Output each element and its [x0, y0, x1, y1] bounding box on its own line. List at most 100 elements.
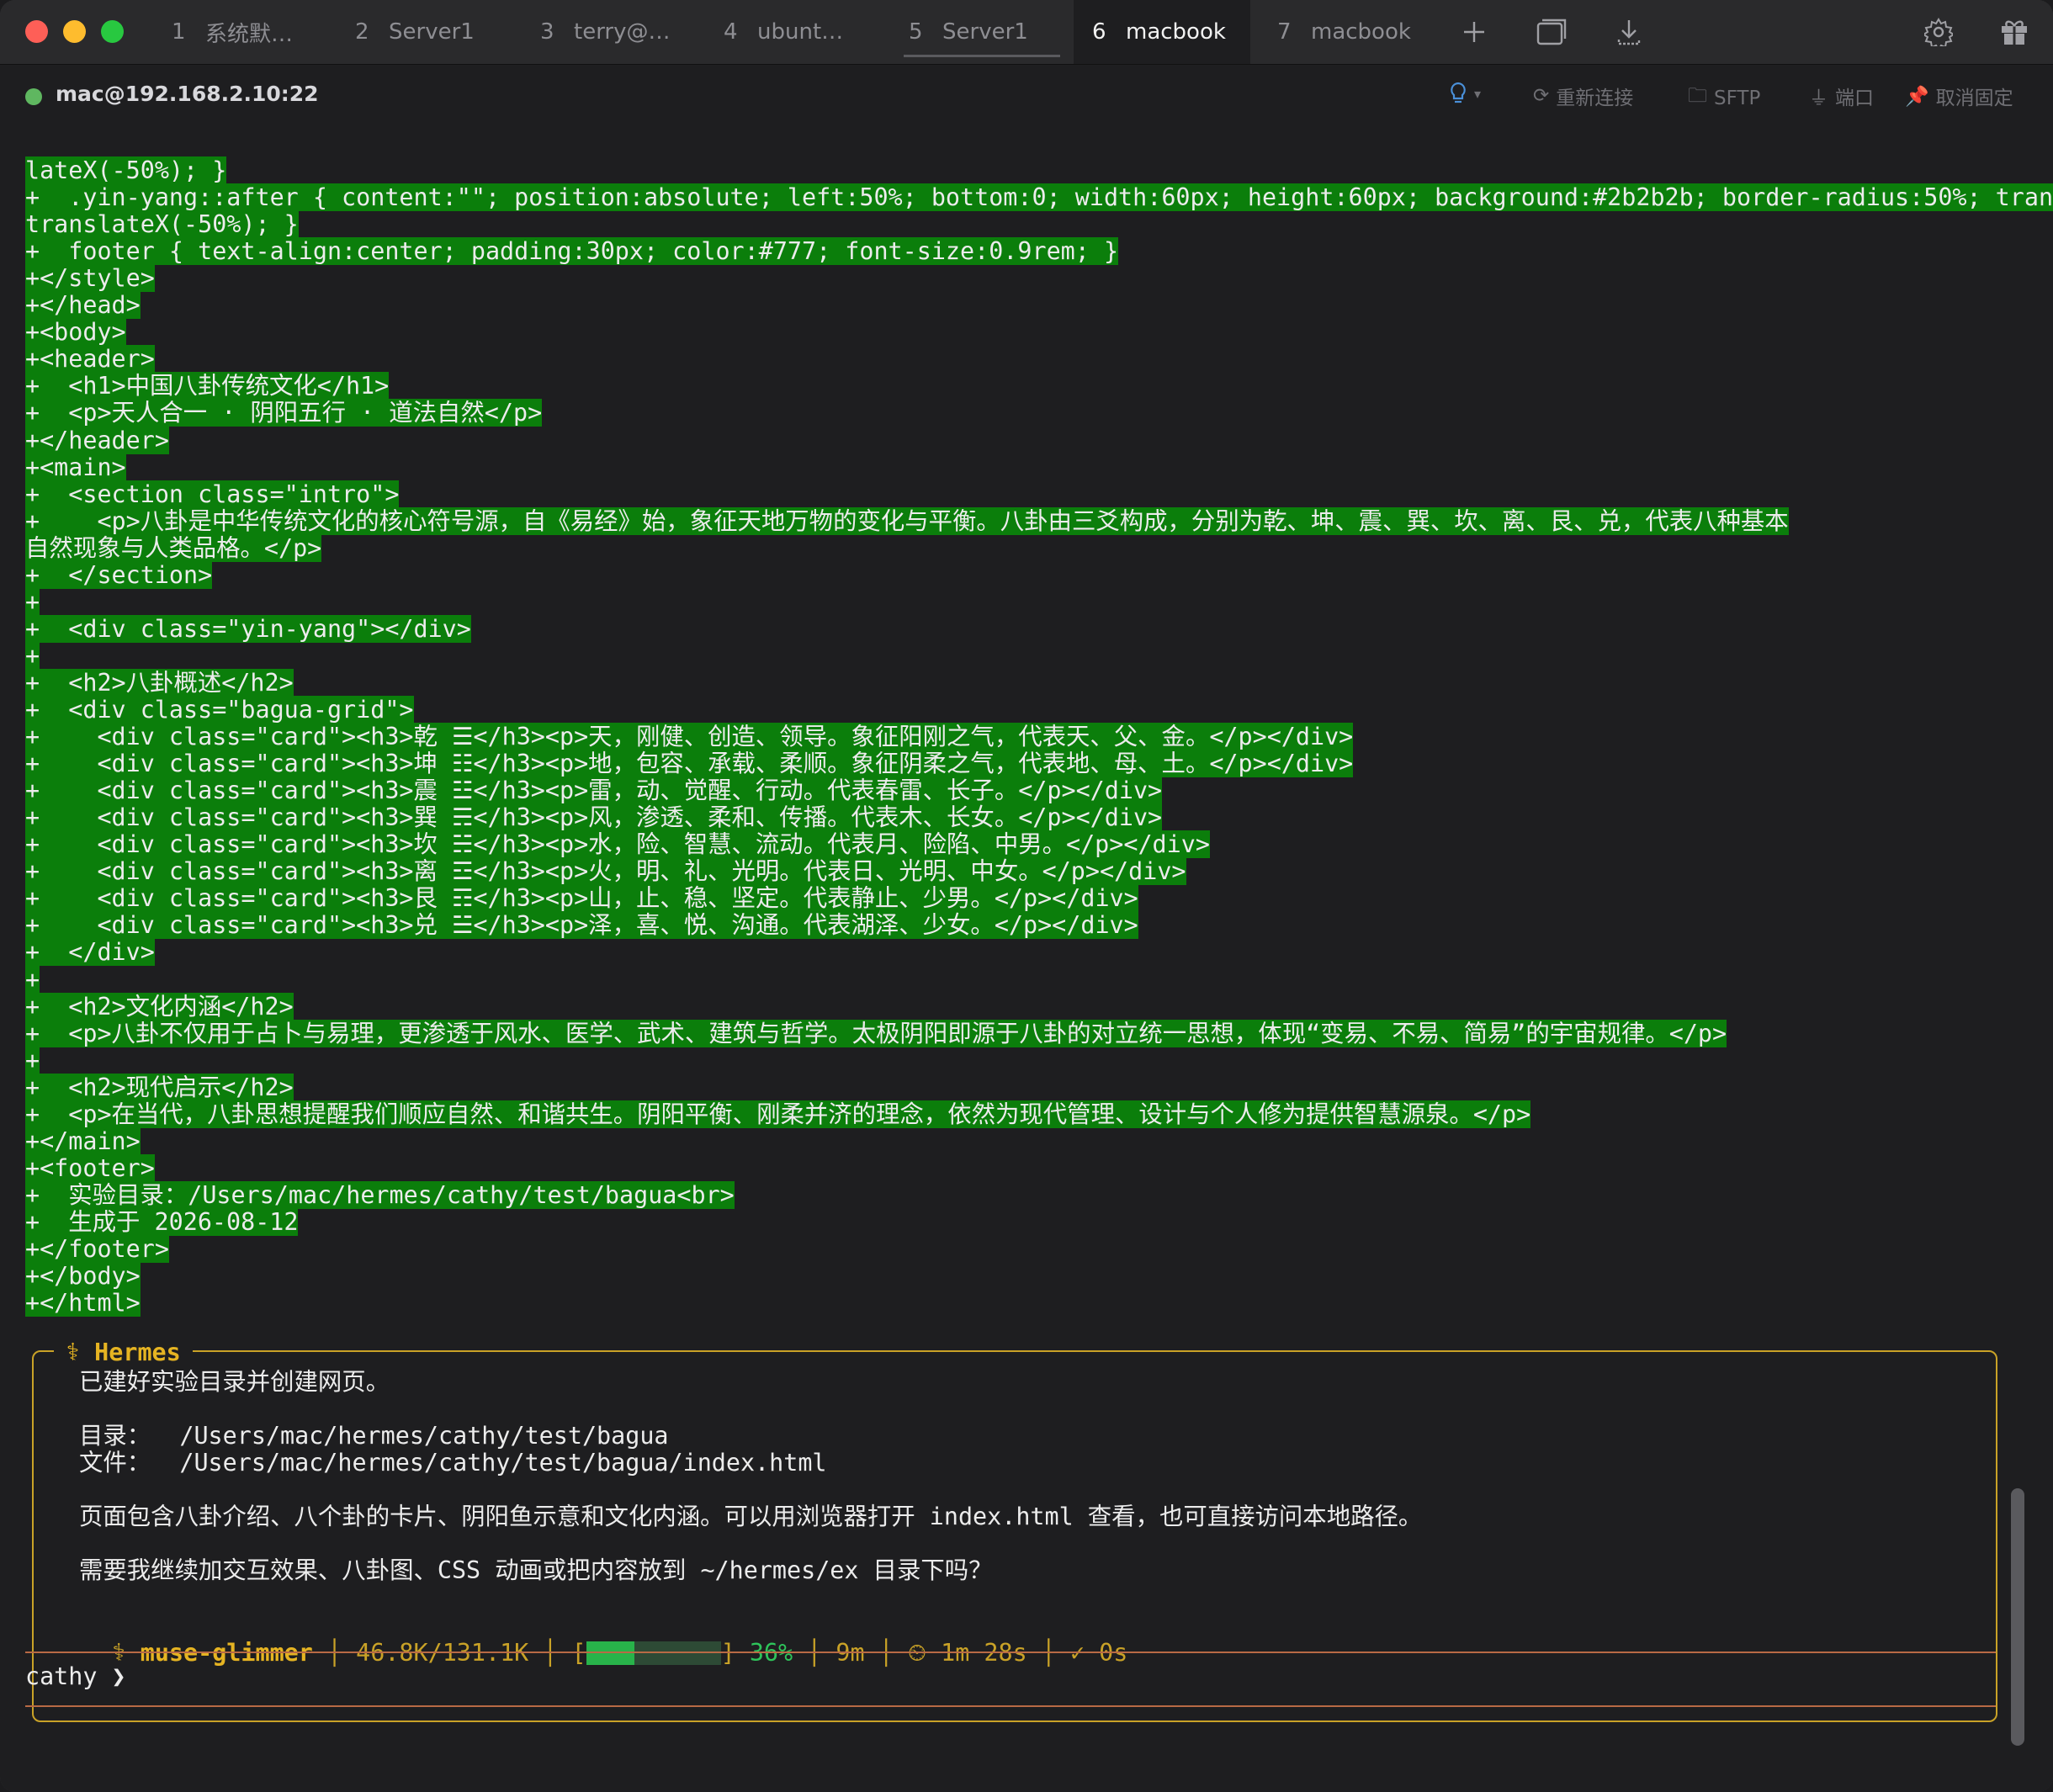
zoom-window-button[interactable]: [101, 20, 124, 43]
diff-line: + <h2>现代启示</h2>: [25, 1073, 294, 1101]
diff-line: + <div class="card"><h3>离 ☲</h3><p>火，明、礼…: [25, 857, 1186, 886]
port-button[interactable]: ⏚ 端口: [1809, 82, 1874, 110]
tab-3[interactable]: 3 terry@…: [522, 0, 705, 64]
diff-line-text: +</main>: [25, 1127, 141, 1155]
prompt-bottom-divider: [25, 1705, 1996, 1707]
gift-icon[interactable]: [1994, 12, 2034, 52]
tab-number: 2: [355, 19, 369, 45]
plug-icon: ⏚: [1809, 87, 1828, 109]
tab-1[interactable]: 1 系统默…: [153, 0, 337, 64]
diff-line-text: +</html>: [25, 1289, 141, 1317]
diff-line: +</html>: [25, 1289, 141, 1317]
tab-5[interactable]: 5 Server1: [890, 0, 1074, 64]
diff-line: + <div class="card"><h3>艮 ☶</h3><p>山，止、稳…: [25, 884, 1138, 913]
diff-line: +: [25, 641, 40, 670]
diff-line-text: + </div>: [25, 938, 155, 967]
diff-line-text: + 实验目录：/Users/mac/hermes/cathy/test/bagu…: [25, 1180, 735, 1209]
context-progress-fill: [586, 1641, 635, 1665]
diff-line-text: translateX(-50%); }: [25, 210, 299, 239]
reload-icon: ⟳: [1533, 85, 1550, 107]
diff-line-text: + <div class="card"><h3>震 ☳</h3><p>雷，动、觉…: [25, 777, 1163, 805]
diff-line: + <p>天人合一 · 阴阳五行 · 道法自然</p>: [25, 399, 543, 427]
port-label: 端口: [1835, 87, 1874, 109]
diff-line-text: lateX(-50%); }: [25, 156, 227, 184]
pin-icon: 📌: [1905, 85, 1929, 108]
tab-7[interactable]: 7 macbook: [1259, 0, 1435, 64]
diff-line-text: +</header>: [25, 426, 169, 454]
diff-line-text: + <p>在当代，八卦思想提醒我们顺应自然、和谐共生。阴阳平衡、刚柔并济的理念，…: [25, 1100, 1531, 1128]
diff-line: + <div class="card"><h3>坤 ☷</h3><p>地，包容、…: [25, 750, 1354, 778]
diff-line: + <div class="card"><h3>兑 ☱</h3><p>泽，喜、悦…: [25, 911, 1138, 940]
diff-line: +</footer>: [25, 1235, 169, 1263]
diff-line-text: + <h1>中国八卦传统文化</h1>: [25, 372, 390, 400]
diff-line-text: +: [25, 587, 40, 616]
diff-line: + <div class="card"><h3>巽 ☴</h3><p>风，渗透、…: [25, 803, 1163, 832]
gear-icon[interactable]: [1918, 12, 1959, 52]
session-bar: mac@192.168.2.10:22 ▾ ⟳ 重新连接 🗀 SFTP ⏚ 端口…: [0, 65, 2053, 129]
diff-line-text: +</footer>: [25, 1235, 169, 1263]
diff-line-text: 自然现象与人类品格。</p>: [25, 533, 322, 562]
session-host: mac@192.168.2.10:22: [56, 82, 319, 106]
diff-line-text: +</body>: [25, 1262, 141, 1291]
plus-icon[interactable]: [1454, 12, 1494, 52]
diff-line-text: +</head>: [25, 291, 141, 320]
tab-label: macbook: [1311, 19, 1411, 45]
unpin-button[interactable]: 📌 取消固定: [1905, 82, 2013, 110]
hermes-message-line: 已建好实验目录并创建网页。: [79, 1368, 390, 1396]
diff-line: + 生成于 2026-08-12: [25, 1207, 299, 1236]
diff-line: + <div class="card"><h3>乾 ☰</h3><p>天，刚健、…: [25, 723, 1354, 751]
tab-label: 系统默…: [205, 21, 294, 47]
diff-line-text: + <p>八卦不仅用于占卜与易理，更渗透于风水、医学、武术、建筑与哲学。太极阴阳…: [25, 1019, 1727, 1047]
diff-line: lateX(-50%); }: [25, 156, 227, 184]
unpin-label: 取消固定: [1935, 87, 2013, 109]
diff-line-text: + <div class="card"><h3>坤 ☷</h3><p>地，包容、…: [25, 750, 1354, 778]
reconnect-label: 重新连接: [1556, 87, 1634, 109]
folder-icon: 🗀: [1688, 85, 1707, 107]
diff-line: +<footer>: [25, 1153, 155, 1182]
close-window-button[interactable]: [25, 20, 48, 43]
diff-line: +<header>: [25, 345, 155, 374]
diff-line-text: +<header>: [25, 345, 155, 374]
tab-number: 5: [909, 19, 923, 45]
diff-line-text: +<body>: [25, 318, 126, 347]
chevron-down-icon: ▾: [1474, 85, 1482, 102]
reconnect-button[interactable]: ⟳ 重新连接: [1533, 82, 1633, 110]
diff-line: + </div>: [25, 938, 155, 967]
diff-line-text: +<main>: [25, 453, 126, 481]
context-progress-bar: [586, 1641, 721, 1665]
diff-line: + <h1>中国八卦传统文化</h1>: [25, 372, 390, 400]
diff-line: + </section>: [25, 560, 213, 589]
tab-2[interactable]: 2 Server1: [337, 0, 522, 64]
lightbulb-icon[interactable]: ▾: [1449, 82, 1481, 105]
hermes-message-line: 目录： /Users/mac/hermes/cathy/test/bagua: [79, 1422, 669, 1450]
sftp-button[interactable]: 🗀 SFTP: [1688, 82, 1760, 114]
diff-line-text: + <div class="bagua-grid">: [25, 696, 414, 724]
diff-line-text: +: [25, 965, 40, 994]
hermes-message-line: 需要我继续加交互效果、八卦图、CSS 动画或把内容放到 ~/hermes/ex …: [79, 1556, 993, 1585]
diff-line: + <section class="intro">: [25, 480, 400, 508]
diff-line: + <p>在当代，八卦思想提醒我们顺应自然、和谐共生。阴阳平衡、刚柔并济的理念，…: [25, 1100, 1531, 1128]
diff-line-text: + 生成于 2026-08-12: [25, 1207, 299, 1236]
diff-line-text: + <h2>文化内涵</h2>: [25, 992, 294, 1021]
tab-number: 3: [540, 19, 554, 45]
tab-6[interactable]: 6 macbook: [1074, 0, 1250, 64]
diff-line: +</head>: [25, 291, 141, 320]
minimize-window-button[interactable]: [63, 20, 86, 43]
diff-line-text: + <div class="card"><h3>乾 ☰</h3><p>天，刚健、…: [25, 723, 1354, 751]
command-prompt[interactable]: cathy ❯: [25, 1662, 126, 1692]
scrollbar-thumb[interactable]: [2011, 1488, 2024, 1746]
diff-line: translateX(-50%); }: [25, 210, 299, 239]
split-window-icon[interactable]: [1531, 12, 1572, 52]
diff-line-text: + <p>天人合一 · 阴阳五行 · 道法自然</p>: [25, 399, 543, 427]
terminal-output[interactable]: lateX(-50%); } + .yin-yang::after { conte…: [0, 129, 2053, 1792]
diff-line: + <h2>文化内涵</h2>: [25, 992, 294, 1021]
tab-label: macbook: [1126, 19, 1226, 45]
tab-number: 4: [724, 19, 738, 45]
download-icon[interactable]: [1609, 12, 1649, 52]
prompt-top-divider: [25, 1652, 1996, 1653]
diff-line: +<body>: [25, 318, 126, 347]
terminal-window: 1 系统默… 2 Server1 3 terry@… 4 ubunt… 5 Se…: [0, 0, 2053, 1792]
tab-4[interactable]: 4 ubunt…: [705, 0, 890, 64]
tab-label: terry@…: [574, 19, 671, 45]
diff-line-text: + </section>: [25, 560, 213, 589]
